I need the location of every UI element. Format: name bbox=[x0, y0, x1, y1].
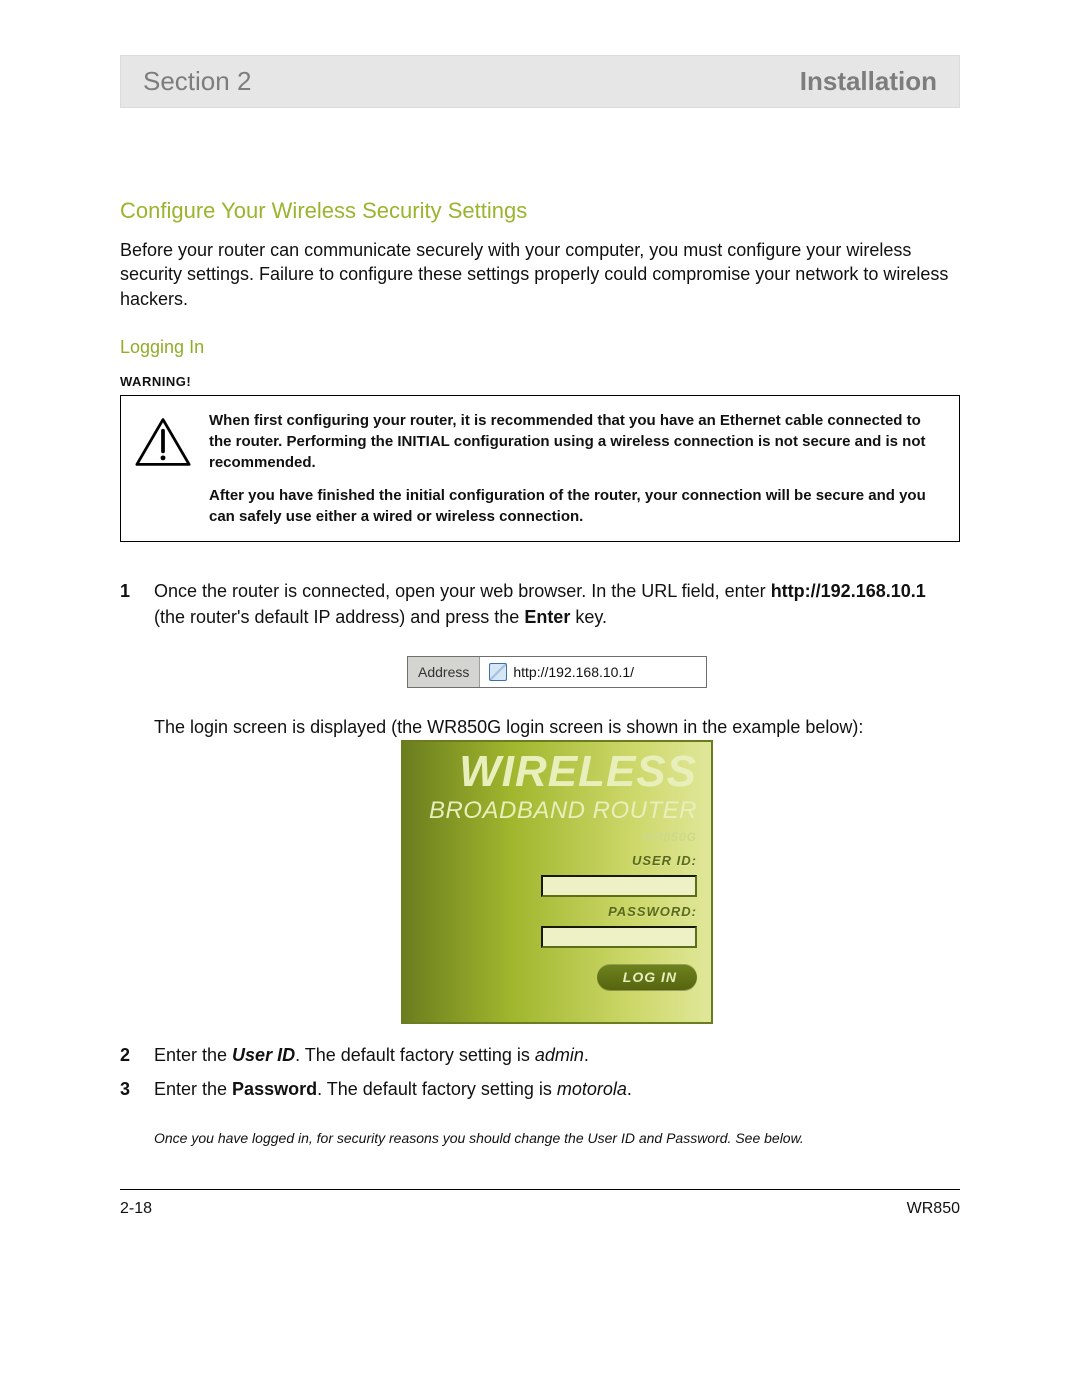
step-3-text: Enter the Password. The default factory … bbox=[154, 1076, 960, 1102]
step-number: 2 bbox=[120, 1042, 154, 1068]
login-title-broadband: BROADBAND ROUTER bbox=[417, 794, 697, 829]
section-label: Section 2 bbox=[143, 66, 251, 97]
warning-triangle-icon bbox=[135, 414, 191, 470]
login-panel-figure: WIRELESS BROADBAND ROUTER WR850G USER ID… bbox=[401, 740, 713, 1024]
section-banner: Section 2 Installation bbox=[120, 55, 960, 108]
doc-model: WR850 bbox=[907, 1200, 960, 1218]
heading-configure: Configure Your Wireless Security Setting… bbox=[120, 198, 960, 224]
warning-para-1: When first configuring your router, it i… bbox=[209, 410, 941, 473]
password-label: PASSWORD: bbox=[417, 903, 697, 922]
warning-box: When first configuring your router, it i… bbox=[120, 395, 960, 542]
intro-paragraph: Before your router can communicate secur… bbox=[120, 238, 960, 311]
security-note: Once you have logged in, for security re… bbox=[154, 1128, 960, 1149]
address-bar-url: http://192.168.10.1/ bbox=[513, 662, 634, 682]
page: Section 2 Installation Configure Your Wi… bbox=[0, 0, 1080, 1397]
warning-label: WARNING! bbox=[120, 374, 960, 389]
page-number: 2-18 bbox=[120, 1200, 152, 1218]
login-button[interactable]: LOG IN bbox=[597, 964, 697, 990]
step-2-text: Enter the User ID. The default factory s… bbox=[154, 1042, 960, 1068]
chapter-title: Installation bbox=[800, 66, 937, 97]
address-bar-label: Address bbox=[408, 657, 480, 687]
ie-page-icon bbox=[489, 663, 507, 681]
page-footer: 2-18 WR850 bbox=[120, 1200, 960, 1218]
step-number: 1 bbox=[120, 578, 154, 1034]
step-1-text: Once the router is connected, open your … bbox=[154, 578, 960, 630]
login-model: WR850G bbox=[417, 829, 697, 846]
step-2: 2 Enter the User ID. The default factory… bbox=[120, 1042, 960, 1068]
userid-input[interactable] bbox=[541, 875, 697, 897]
userid-label: USER ID: bbox=[417, 852, 697, 871]
warning-para-2: After you have finished the initial conf… bbox=[209, 485, 941, 527]
heading-logging-in: Logging In bbox=[120, 337, 960, 358]
password-input[interactable] bbox=[541, 926, 697, 948]
footer-rule bbox=[120, 1189, 960, 1190]
address-bar-figure: Address http://192.168.10.1/ bbox=[407, 656, 707, 688]
address-bar: Address http://192.168.10.1/ bbox=[407, 656, 707, 688]
step-1-text-2: The login screen is displayed (the WR850… bbox=[154, 714, 960, 740]
step-1: 1 Once the router is connected, open you… bbox=[120, 578, 960, 1034]
steps-list: 1 Once the router is connected, open you… bbox=[120, 578, 960, 1102]
login-title-wireless: WIRELESS bbox=[417, 750, 697, 794]
step-number: 3 bbox=[120, 1076, 154, 1102]
address-bar-field: http://192.168.10.1/ bbox=[480, 657, 706, 687]
step-3: 3 Enter the Password. The default factor… bbox=[120, 1076, 960, 1102]
warning-text: When first configuring your router, it i… bbox=[209, 410, 941, 527]
